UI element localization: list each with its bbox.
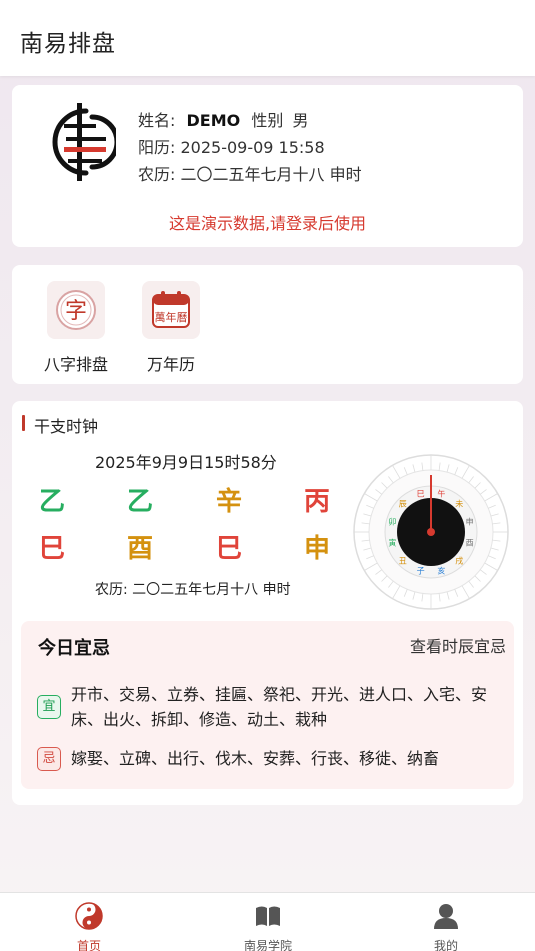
- clock-date: 2025年9月9日15时58分: [95, 453, 277, 472]
- year-branch: 巳: [38, 534, 65, 564]
- svg-text:字: 字: [65, 299, 87, 324]
- book-icon: [256, 906, 280, 926]
- hour-stem: 丙: [303, 487, 330, 517]
- top-bar: 南易排盘: [0, 0, 535, 76]
- clock-lunar: 农历: 二〇二五年七月十八 申时: [95, 582, 291, 598]
- profile-card[interactable]: 姓名: DEMO 性别 男 阳历: 2025-09-09 15:58 农历: 二…: [12, 85, 523, 247]
- compass-branch-label: 戌: [455, 555, 463, 565]
- compass-branch-label: 亥: [437, 566, 445, 576]
- tool-label: 八字排盘: [43, 355, 108, 374]
- gender-value: 男: [292, 111, 309, 130]
- nav-profile[interactable]: 我的: [406, 901, 486, 951]
- ganzhi-clock-card: 干支时钟 2025年9月9日15时58分 乙 乙 辛 丙 巳 酉 巳 申 农历:…: [12, 401, 523, 805]
- yiji-title: 今日宜忌: [38, 638, 110, 659]
- tool-label: 万年历: [146, 355, 195, 374]
- clock-hand-pivot: [427, 528, 435, 536]
- day-branch: 巳: [215, 534, 242, 564]
- ji-text: 嫁娶、立碑、出行、伐木、安葬、行丧、移徙、纳畜: [71, 749, 440, 768]
- yi-text: 开市、交易、立券、挂匾、祭祀、开光、进人口、入宅、安床、出火、拆卸、修造、动土、…: [71, 685, 488, 729]
- tool-bazi[interactable]: 字 八字排盘: [36, 281, 116, 375]
- name-label: 姓名:: [138, 111, 176, 130]
- bottom-nav: 首页 南易学院 我的: [0, 892, 535, 951]
- compass-branch-label: 卯: [388, 518, 396, 527]
- day-stem: 辛: [215, 487, 242, 517]
- month-stem: 乙: [126, 487, 153, 517]
- hour-branch: 申: [303, 534, 330, 564]
- compass-branch-label: 未: [455, 499, 463, 509]
- calendar-icon: 萬年曆: [142, 281, 200, 339]
- app-logo-icon: [52, 103, 116, 181]
- demo-notice[interactable]: 这是演示数据,请登录后使用: [12, 210, 523, 234]
- compass-branch-label: 午: [437, 488, 445, 498]
- tools-card: 字 八字排盘 萬年曆 万年历: [12, 265, 523, 384]
- compass-branch-label: 辰: [399, 500, 407, 509]
- name-value: DEMO: [186, 111, 241, 130]
- bazi-icon: 字: [47, 281, 105, 339]
- nav-label: 南易学院: [243, 939, 292, 951]
- year-stem: 乙: [38, 487, 65, 517]
- nav-label: 我的: [433, 939, 458, 951]
- compass-branch-label: 丑: [399, 556, 407, 565]
- compass-branch-label: 巳: [417, 489, 425, 498]
- name-line: 姓名: DEMO 性别 男: [138, 107, 308, 131]
- compass-branch-label: 子: [417, 567, 425, 576]
- ji-badge: 忌: [37, 747, 61, 771]
- nav-label: 首页: [76, 939, 101, 951]
- compass-branch-label: 寅: [388, 537, 396, 547]
- month-branch: 酉: [126, 534, 153, 564]
- solar-date: 阳历: 2025-09-09 15:58: [138, 138, 325, 157]
- nav-home[interactable]: 首页: [49, 901, 129, 951]
- compass-clock[interactable]: 午未申酉戌亥 子 丑寅 卯辰 巳: [352, 453, 510, 611]
- section-title: 干支时钟: [22, 413, 98, 437]
- yin-yang-icon: [75, 902, 103, 930]
- nav-academy[interactable]: 南易学院: [228, 901, 308, 951]
- svg-text:萬年曆: 萬年曆: [155, 310, 188, 324]
- lunar-date: 农历: 二〇二五年七月十八 申时: [138, 165, 362, 184]
- tool-calendar[interactable]: 萬年曆 万年历: [131, 281, 211, 375]
- view-hour-yiji-link[interactable]: 查看时辰宜忌: [410, 633, 506, 657]
- gender-label: 性别: [251, 111, 284, 130]
- yiji-panel: 今日宜忌 查看时辰宜忌 宜 开市、交易、立券、挂匾、祭祀、开光、进人口、入宅、安…: [21, 621, 514, 789]
- compass-branch-label: 申: [466, 517, 474, 527]
- compass-branch-label: 酉: [466, 538, 474, 547]
- user-icon: [434, 904, 458, 929]
- yi-badge: 宜: [37, 695, 61, 719]
- app-title: 南易排盘: [20, 31, 116, 57]
